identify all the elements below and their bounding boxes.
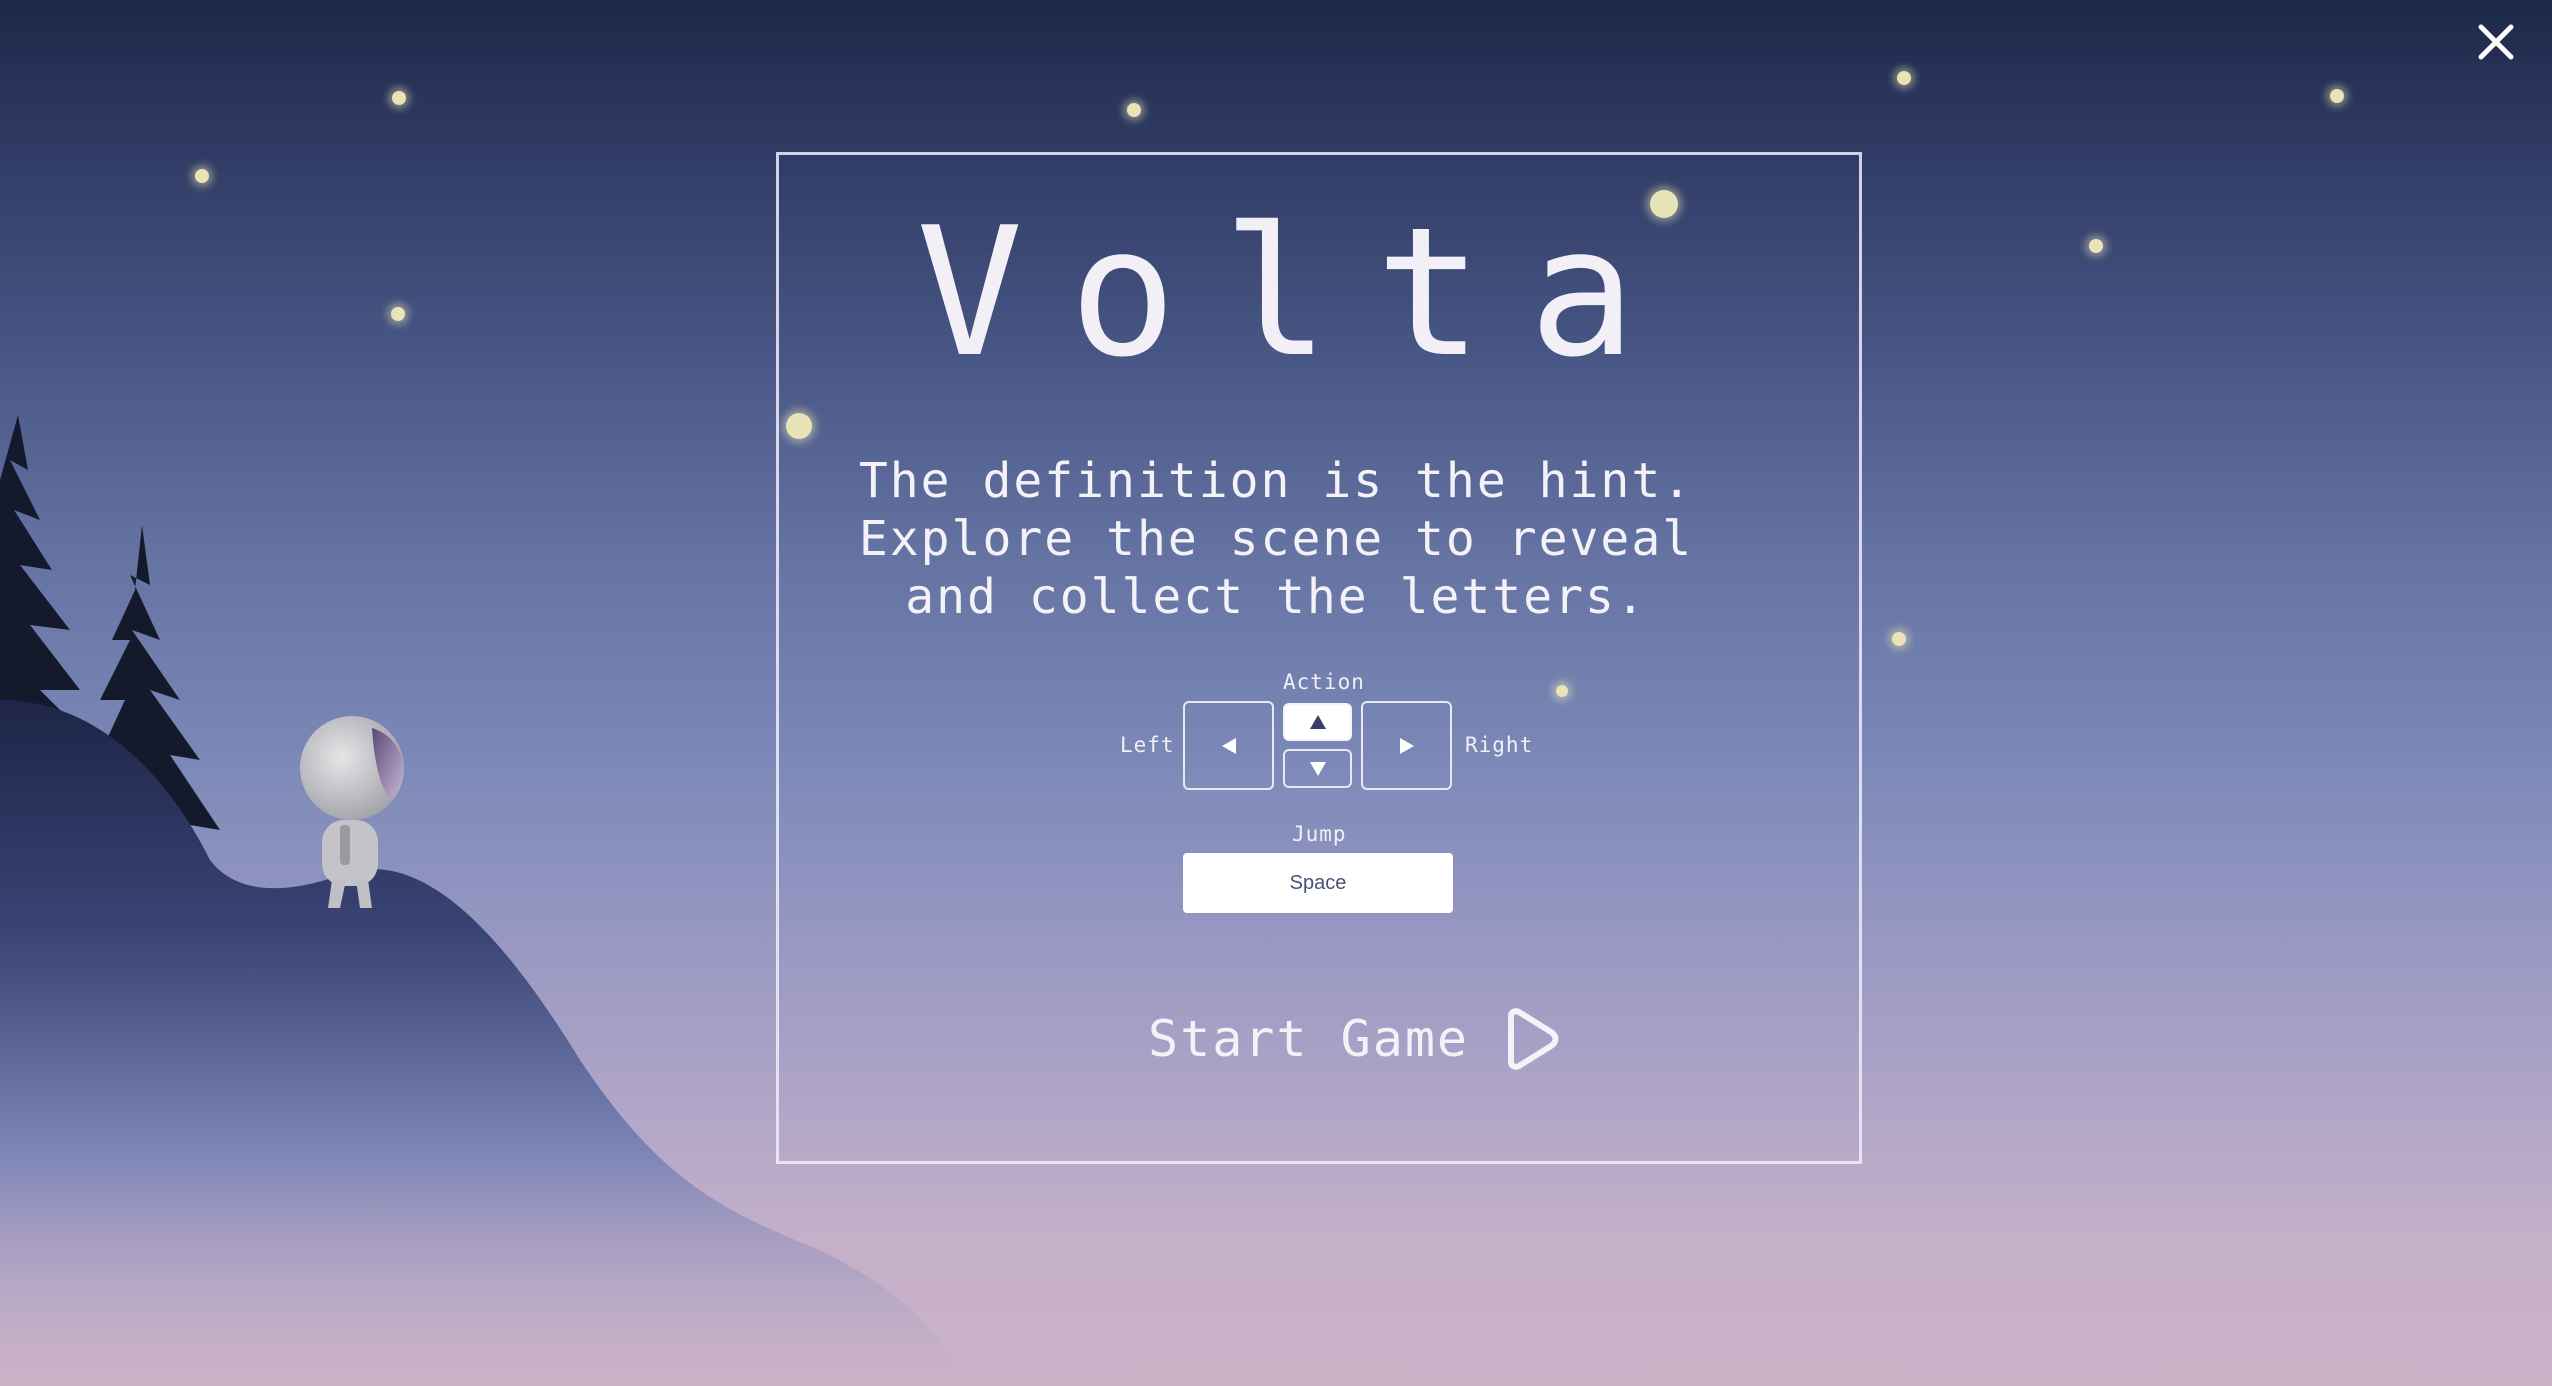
star: [1127, 103, 1141, 117]
hint-line: and collect the letters.: [905, 569, 1647, 625]
triangle-down-icon: [1309, 761, 1326, 776]
star: [195, 169, 209, 183]
action-label: Action: [1283, 670, 1365, 694]
star: [392, 91, 406, 105]
start-game-button[interactable]: Start Game: [1148, 1003, 1559, 1075]
star: [1897, 71, 1911, 85]
triangle-left-icon: [1221, 737, 1236, 754]
right-label: Right: [1465, 733, 1534, 757]
game-title: Volta: [916, 189, 1682, 396]
start-game-label: Start Game: [1148, 1010, 1470, 1068]
hint-text: The definition is the hint. Explore the …: [0, 452, 2552, 626]
close-button[interactable]: [2468, 14, 2524, 70]
left-label: Left: [1120, 733, 1175, 757]
space-key[interactable]: Space: [1183, 853, 1453, 913]
jump-label: Jump: [1292, 822, 1347, 846]
hint-line: The definition is the hint.: [858, 453, 1694, 509]
up-key[interactable]: [1283, 703, 1352, 741]
hint-line: Explore the scene to reveal: [858, 511, 1694, 567]
close-icon: [2478, 24, 2514, 60]
triangle-up-icon: [1309, 715, 1326, 729]
star: [2330, 89, 2344, 103]
left-key[interactable]: [1183, 701, 1274, 790]
play-icon: [1501, 1008, 1559, 1070]
right-key[interactable]: [1361, 701, 1452, 790]
star: [1892, 632, 1906, 646]
down-key[interactable]: [1283, 749, 1352, 788]
triangle-right-icon: [1399, 737, 1414, 754]
